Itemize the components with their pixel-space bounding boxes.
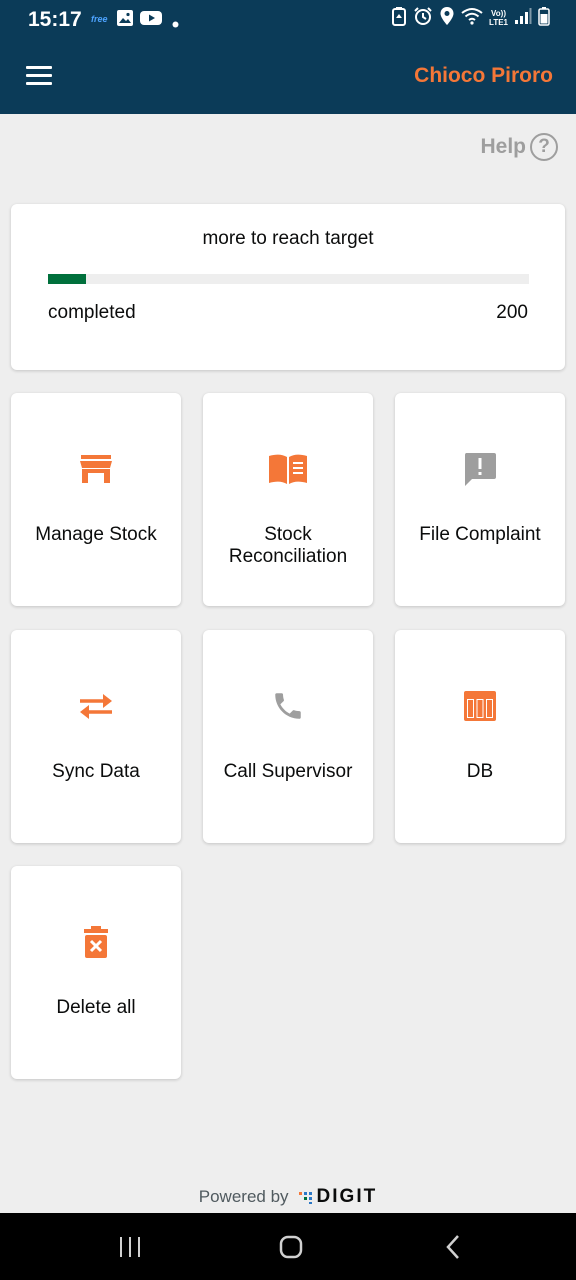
app-bar: Chioco Piroro	[0, 36, 576, 114]
powered-by-text: Powered by	[198, 1187, 289, 1206]
status-icons: Vo)) LTE1	[391, 6, 550, 31]
wifi-icon	[461, 7, 483, 30]
tile-call-supervisor[interactable]: Call Supervisor	[203, 630, 373, 843]
target-value: 200	[496, 302, 528, 323]
battery-icon	[538, 6, 550, 31]
notification-dot-icon	[172, 15, 179, 33]
system-navigation-bar	[0, 1213, 576, 1280]
alarm-icon	[413, 6, 433, 31]
tile-label: Stock Reconciliation	[228, 524, 348, 567]
free-tag: free	[91, 14, 108, 24]
volte-top-text: Vo))	[491, 9, 506, 18]
phone-icon	[203, 688, 373, 724]
location-icon	[439, 6, 455, 31]
completed-label: completed	[48, 302, 136, 323]
store-icon	[11, 451, 181, 487]
tile-label: File Complaint	[419, 524, 541, 545]
powered-by-footer: Powered by DIGIT	[0, 1186, 576, 1208]
tile-manage-stock[interactable]: Manage Stock	[11, 393, 181, 606]
back-icon[interactable]	[403, 1213, 503, 1280]
tile-label: Call Supervisor	[223, 761, 353, 782]
tile-file-complaint[interactable]: File Complaint	[395, 393, 565, 606]
status-bar: 15:17 free Vo)) LTE1	[0, 0, 576, 36]
gallery-icon	[116, 9, 134, 32]
progress-bar	[48, 274, 529, 284]
tile-db[interactable]: DB	[395, 630, 565, 843]
tile-stock-reconciliation[interactable]: Stock Reconciliation	[203, 393, 373, 606]
tile-label: Manage Stock	[35, 524, 157, 545]
user-name: Chioco Piroro	[414, 64, 553, 87]
feedback-icon	[395, 451, 565, 487]
tile-label: Sync Data	[52, 761, 140, 782]
help-label: Help	[480, 135, 526, 158]
tile-label: DB	[466, 761, 494, 782]
progress-bar-fill	[48, 274, 87, 284]
open-book-icon	[203, 451, 373, 487]
target-message: more to reach target	[202, 228, 374, 249]
tile-sync-data[interactable]: Sync Data	[11, 630, 181, 843]
hamburger-menu-icon[interactable]	[20, 60, 58, 90]
digit-logo-icon	[298, 1192, 312, 1204]
delete-icon	[11, 924, 181, 960]
tile-label: Delete all	[56, 997, 136, 1018]
volte-bottom-text: LTE1	[489, 18, 508, 27]
volte-indicator: Vo)) LTE1	[489, 9, 508, 27]
sync-arrows-icon	[11, 688, 181, 724]
digit-logo: DIGIT	[298, 1186, 378, 1208]
signal-icon	[514, 7, 532, 30]
tile-delete-all[interactable]: Delete all	[11, 866, 181, 1079]
youtube-icon	[140, 9, 162, 32]
progress-card: more to reach target completed 200	[11, 204, 565, 370]
help-button[interactable]: Help ?	[480, 133, 558, 161]
battery-saver-icon	[391, 6, 407, 31]
digit-brand-text: DIGIT	[316, 1186, 378, 1207]
table-icon	[395, 688, 565, 724]
status-time: 15:17	[28, 8, 82, 31]
recent-apps-icon[interactable]	[80, 1213, 180, 1280]
help-circle-icon: ?	[530, 133, 558, 161]
home-icon[interactable]	[241, 1213, 341, 1280]
